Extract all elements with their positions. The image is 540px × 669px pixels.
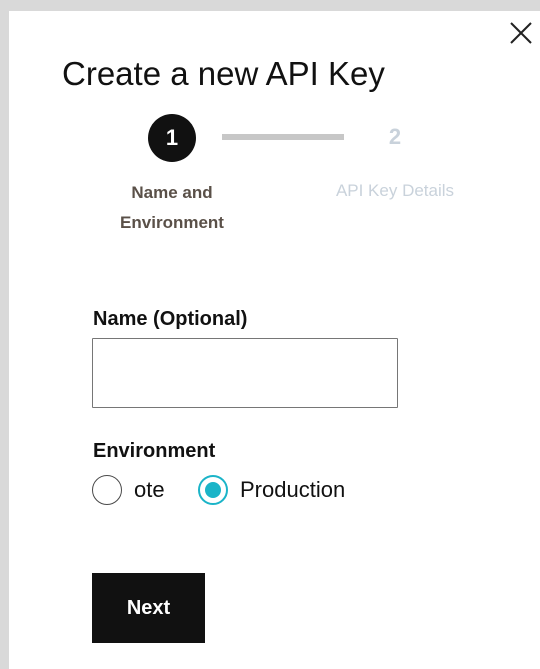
next-button[interactable]: Next: [92, 573, 205, 643]
name-input[interactable]: [92, 338, 398, 408]
name-field-label: Name (Optional): [93, 308, 248, 330]
environment-label: Environment: [93, 440, 216, 462]
environment-option-label: Production: [240, 477, 346, 502]
create-api-key-dialog: Create a new API Key 1 2 Name and Enviro…: [0, 0, 540, 669]
step-1-label-line2: Environment: [120, 213, 224, 232]
step-2-label: API Key Details: [335, 181, 455, 200]
step-progress-line: [222, 134, 344, 140]
step-1-indicator: 1: [148, 114, 196, 162]
radio-unchecked-icon[interactable]: [92, 475, 122, 505]
environment-option-production[interactable]: Production: [198, 473, 345, 507]
dialog-title: Create a new API Key: [62, 55, 385, 92]
radio-checked-icon[interactable]: [198, 475, 228, 505]
close-icon[interactable]: [508, 20, 534, 46]
step-1-label: Name and Environment: [102, 178, 242, 238]
environment-option-label: ote: [134, 477, 165, 502]
step-1-label-line1: Name and: [131, 183, 213, 202]
environment-option-ote[interactable]: ote: [92, 473, 165, 507]
step-2-indicator: 2: [388, 124, 402, 149]
environment-radio-group: ote Production: [92, 473, 412, 507]
